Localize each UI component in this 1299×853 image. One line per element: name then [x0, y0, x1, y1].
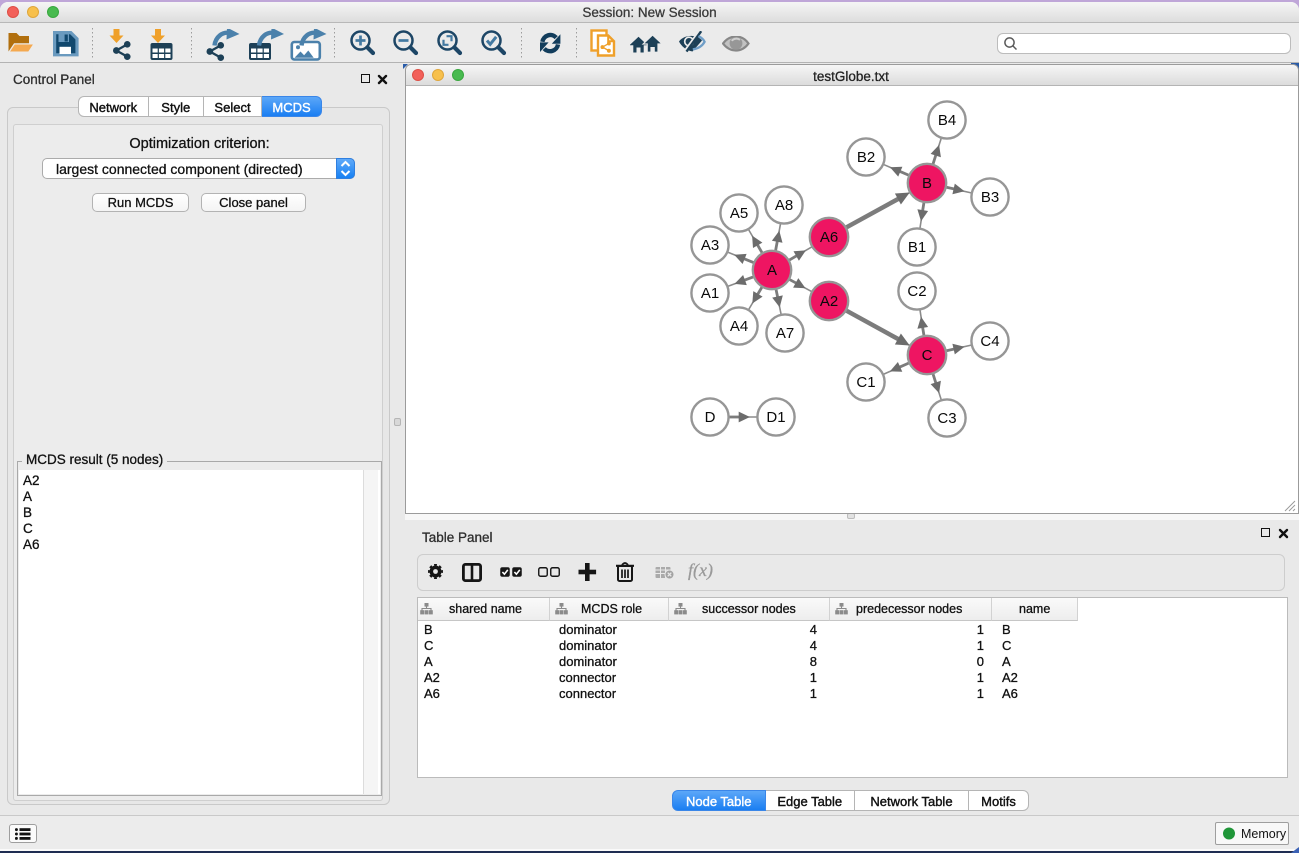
svg-text:A6: A6	[820, 229, 838, 246]
svg-text:A1: A1	[701, 285, 719, 302]
svg-text:A3: A3	[701, 237, 719, 254]
svg-text:A8: A8	[775, 197, 793, 214]
svg-text:C1: C1	[856, 374, 875, 391]
svg-text:C2: C2	[907, 283, 926, 300]
svg-text:C4: C4	[980, 333, 999, 350]
svg-text:C3: C3	[937, 410, 956, 427]
svg-text:B1: B1	[908, 239, 926, 256]
svg-text:B4: B4	[938, 112, 956, 129]
svg-text:A7: A7	[776, 325, 794, 342]
svg-text:A5: A5	[730, 205, 748, 222]
svg-text:D: D	[705, 409, 716, 426]
svg-text:B3: B3	[981, 189, 999, 206]
svg-text:B: B	[922, 175, 932, 192]
svg-text:A4: A4	[730, 318, 748, 335]
svg-text:A: A	[767, 262, 777, 279]
svg-text:D1: D1	[766, 409, 785, 426]
svg-text:Memory: Memory	[1241, 827, 1287, 841]
svg-text:A2: A2	[820, 293, 838, 310]
svg-text:C: C	[922, 347, 933, 364]
svg-text:B2: B2	[857, 149, 875, 166]
